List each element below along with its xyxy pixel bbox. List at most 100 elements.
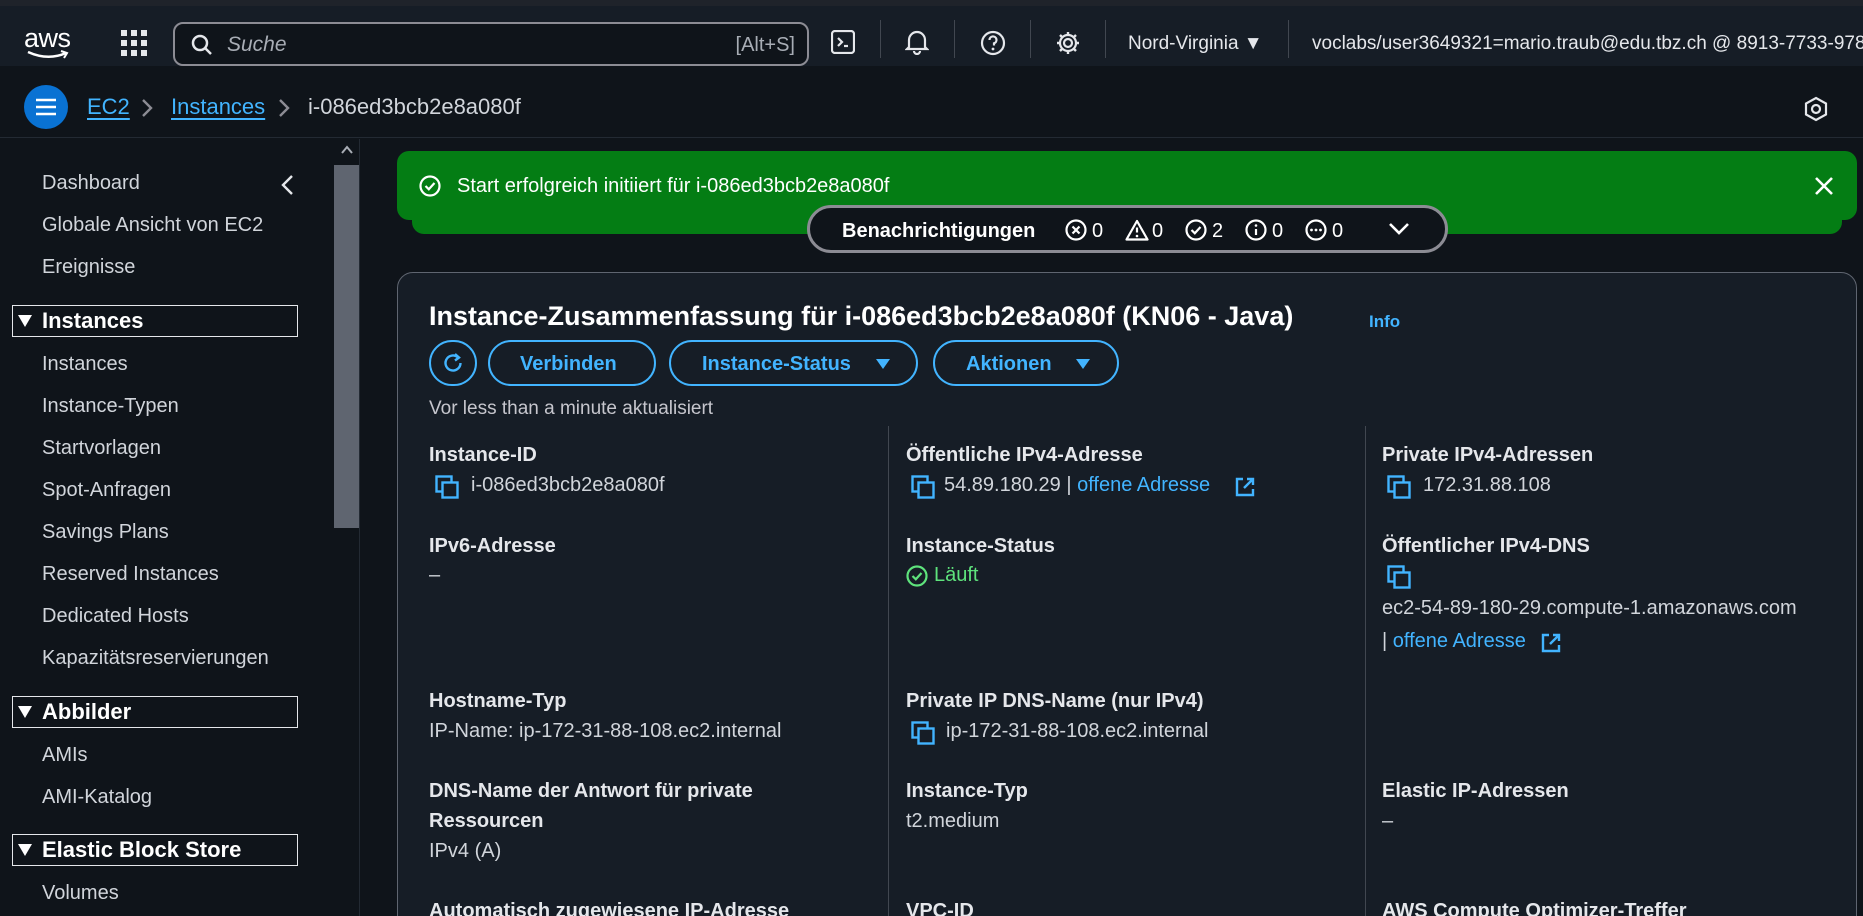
sidebar-item-reserved-instances[interactable]: Reserved Instances <box>42 563 219 586</box>
apps-grid-icon[interactable] <box>121 30 147 56</box>
success-count-value: 2 <box>1212 220 1224 242</box>
open-address-link[interactable]: offene Adresse <box>1393 630 1526 652</box>
breadcrumb-ec2-link[interactable]: EC2 <box>87 94 130 120</box>
public-dns-label: Öffentlicher IPv4-DNS <box>1382 535 1590 557</box>
answer-dns-label: DNS-Name der Antwort für private <box>429 780 753 802</box>
sidebar-item-volumes[interactable]: Volumes <box>42 882 119 905</box>
nav-separator <box>1030 20 1031 58</box>
sidebar-item-spot-requests[interactable]: Spot-Anfragen <box>42 479 171 502</box>
account-menu[interactable]: voclabs/user3649321=mario.traub@edu.tbz.… <box>1312 33 1863 55</box>
actions-button[interactable]: Aktionen <box>933 340 1119 386</box>
nav-separator <box>1105 20 1106 58</box>
collapse-sidebar-icon[interactable] <box>280 174 296 196</box>
search-input[interactable] <box>227 32 647 58</box>
column-divider <box>888 426 889 916</box>
gear-icon[interactable] <box>1055 30 1081 56</box>
info-count-value: 0 <box>1272 220 1284 242</box>
refresh-button[interactable] <box>429 340 477 386</box>
copy-icon[interactable] <box>435 475 459 499</box>
aws-logo[interactable]: aws <box>24 23 71 59</box>
public-dns-open-address: | offene Adresse <box>1382 630 1526 653</box>
cloudshell-icon[interactable] <box>831 30 855 54</box>
connect-button-label: Verbinden <box>520 353 617 375</box>
connect-button[interactable]: Verbinden <box>488 340 656 386</box>
copy-icon[interactable] <box>911 721 935 745</box>
sidebar-item-amis[interactable]: AMIs <box>42 744 88 767</box>
public-dns-value: ec2-54-89-180-29.compute-1.amazonaws.com <box>1382 597 1797 619</box>
sidebar-item-global-view[interactable]: Globale Ansicht von EC2 <box>42 214 263 237</box>
caret-down-icon <box>876 359 890 369</box>
close-icon[interactable] <box>1814 176 1834 196</box>
page-title: Instance-Zusammenfassung für i-086ed3bcb… <box>429 301 1294 331</box>
external-link-icon[interactable] <box>1234 476 1256 498</box>
side-nav-toggle-button[interactable] <box>24 85 68 129</box>
sidebar-item-dashboard[interactable]: Dashboard <box>42 172 140 195</box>
search-shortcut-hint: [Alt+S] <box>735 34 795 56</box>
caret-down-icon <box>18 315 32 327</box>
ipv6-value: – <box>429 564 441 586</box>
open-address-link[interactable]: offene Adresse <box>1077 474 1210 496</box>
ipv6-label: IPv6-Adresse <box>429 535 556 557</box>
sidebar-item-instance-types[interactable]: Instance-Typen <box>42 395 179 418</box>
copy-icon[interactable] <box>911 475 935 499</box>
breadcrumb-current: i-086ed3bcb2e8a080f <box>308 94 521 119</box>
sidebar-section-label: Instances <box>42 308 144 333</box>
scroll-up-icon[interactable] <box>340 145 354 155</box>
public-ipv4-value: 54.89.180.29 | offene Adresse <box>944 474 1210 497</box>
in-progress-icon <box>1305 219 1327 241</box>
breadcrumb-instances-link[interactable]: Instances <box>171 94 265 120</box>
sidebar-section-images[interactable]: Abbilder <box>12 696 298 728</box>
chevron-down-icon[interactable] <box>1388 222 1410 236</box>
last-updated-text: Vor less than a minute aktualisiert <box>429 398 714 419</box>
external-link-icon[interactable] <box>1540 632 1562 654</box>
refresh-icon <box>444 353 462 372</box>
sidebar-item-instances[interactable]: Instances <box>42 353 128 376</box>
info-link[interactable]: Info <box>1369 312 1400 332</box>
sidebar-section-ebs[interactable]: Elastic Block Store <box>12 834 298 866</box>
search-icon <box>191 34 212 55</box>
sidebar-item-events[interactable]: Ereignisse <box>42 256 135 279</box>
sidebar-item-dedicated-hosts[interactable]: Dedicated Hosts <box>42 605 189 628</box>
caret-down-icon <box>1076 359 1090 369</box>
copy-icon[interactable] <box>1387 475 1411 499</box>
instance-type-label: Instance-Typ <box>906 780 1028 802</box>
answer-dns-value: IPv4 (A) <box>429 840 502 862</box>
aws-logo-text: aws <box>24 23 71 53</box>
sidebar-item-capacity-reservations[interactable]: Kapazitätsreservierungen <box>42 647 269 670</box>
compute-optimizer-label: AWS Compute Optimizer-Treffer <box>1382 900 1687 916</box>
notifications-label: Benachrichtigungen <box>842 220 1036 242</box>
public-dns-separator: | <box>1382 630 1388 652</box>
nav-separator <box>880 20 881 58</box>
breadcrumb-bar: EC2 Instances i-086ed3bcb2e8a080f <box>0 76 1863 138</box>
sidebar-item-savings-plans[interactable]: Savings Plans <box>42 521 169 544</box>
instance-state-button[interactable]: Instance-Status <box>669 340 918 386</box>
public-ipv4-label: Öffentliche IPv4-Adresse <box>906 444 1143 466</box>
aws-smile-icon <box>27 50 69 59</box>
copy-icon[interactable] <box>1387 565 1411 589</box>
sidebar-section-label: Elastic Block Store <box>42 837 242 862</box>
hostname-type-label: Hostname-Typ <box>429 690 567 712</box>
settings-hexagon-icon[interactable] <box>1804 96 1828 122</box>
vpc-id-label: VPC-ID <box>906 900 974 916</box>
in-progress-count-value: 0 <box>1332 220 1344 242</box>
sidebar-item-ami-catalog[interactable]: AMI-Katalog <box>42 786 152 809</box>
public-ipv4-text: 54.89.180.29 | <box>944 474 1072 496</box>
instance-state-value: Läuft <box>934 564 979 586</box>
chevron-right-icon <box>142 99 153 117</box>
error-count-value: 0 <box>1092 220 1104 242</box>
warning-icon <box>1125 219 1149 241</box>
sidebar-section-instances[interactable]: Instances <box>12 305 298 337</box>
notifications-bar[interactable]: Benachrichtigungen 0 0 2 0 0 <box>807 205 1448 253</box>
private-dns-value: ip-172-31-88-108.ec2.internal <box>946 720 1209 742</box>
region-selector[interactable]: Nord-Virginia ▼ <box>1128 33 1263 55</box>
private-ipv4-value: 172.31.88.108 <box>1423 474 1551 496</box>
search-box[interactable]: [Alt+S] <box>173 22 809 66</box>
sidebar-scrollbar-thumb[interactable] <box>334 165 359 528</box>
sidebar-item-launch-templates[interactable]: Startvorlagen <box>42 437 161 460</box>
elastic-ip-value: – <box>1382 810 1394 832</box>
info-icon <box>1245 219 1267 241</box>
sidebar-section-label: Abbilder <box>42 699 132 724</box>
bell-icon[interactable] <box>905 29 929 55</box>
top-navigation: aws [Alt+S] Nord-Virginia ▼ voclabs/user… <box>0 6 1863 66</box>
help-icon[interactable] <box>980 30 1006 56</box>
